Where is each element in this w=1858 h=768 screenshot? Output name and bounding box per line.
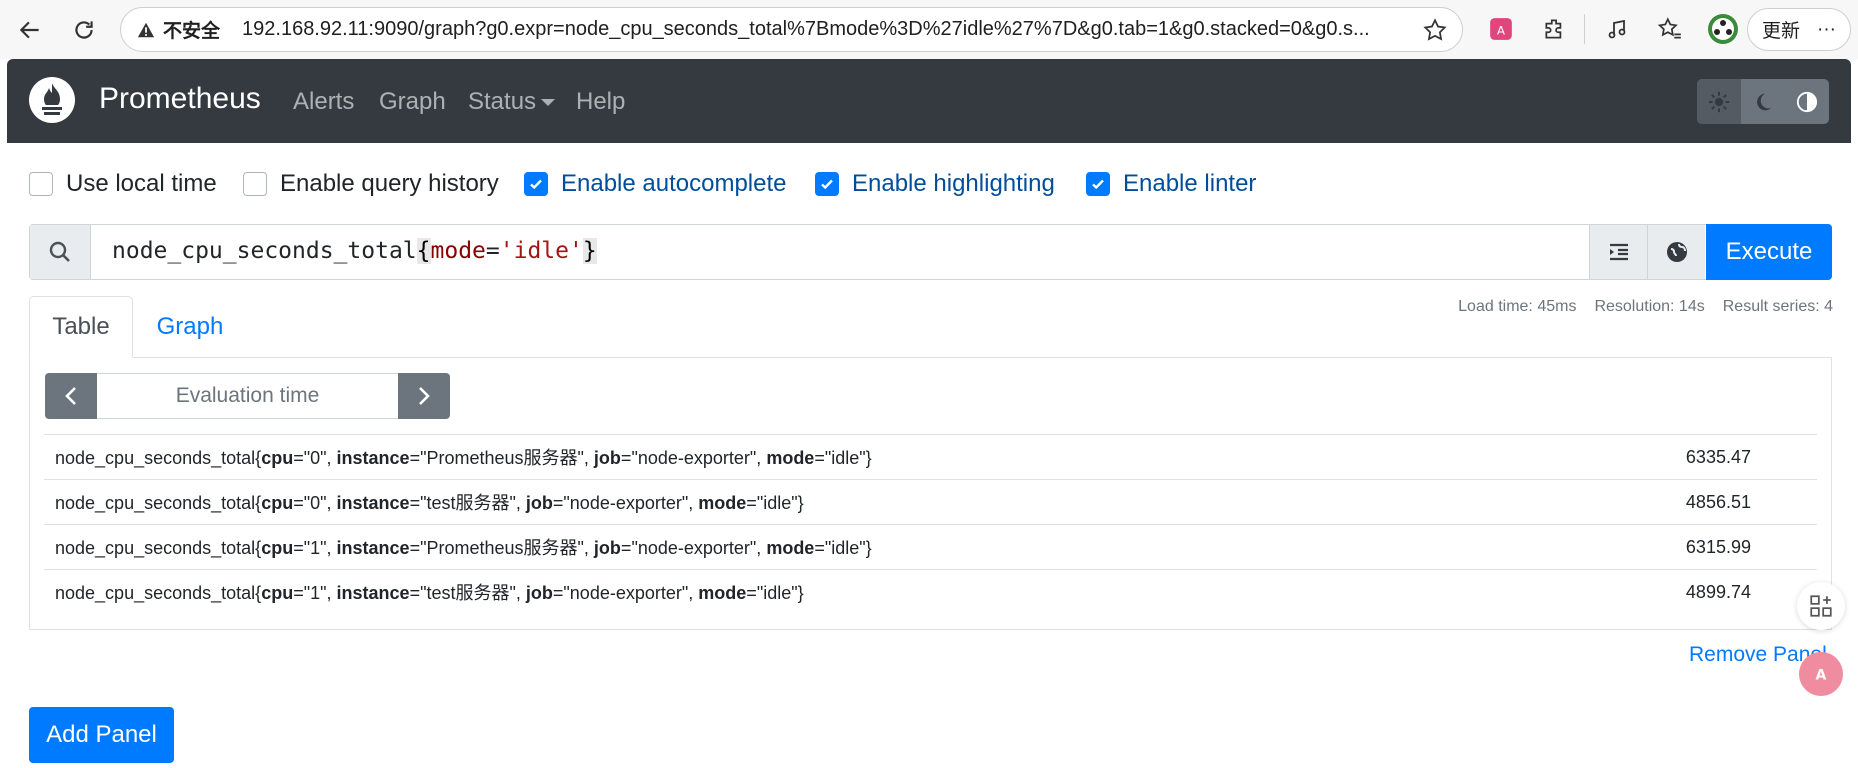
- theme-light-button[interactable]: [1697, 79, 1741, 124]
- series-labels: node_cpu_seconds_total{cpu="1", instance…: [55, 583, 804, 603]
- table-row: node_cpu_seconds_total{cpu="1", instance…: [44, 524, 1817, 569]
- evaluation-time-control: Evaluation time: [45, 373, 450, 419]
- check-icon: [530, 179, 542, 190]
- prometheus-logo-icon[interactable]: [29, 77, 75, 123]
- theme-toggle-group: [1697, 79, 1829, 124]
- execute-button[interactable]: Execute: [1706, 224, 1832, 280]
- expr-metric: node_cpu_seconds_total: [112, 238, 417, 264]
- back-button[interactable]: [10, 10, 50, 50]
- option-label: Use local time: [66, 170, 217, 197]
- chevron-right-icon: [419, 387, 430, 405]
- brand-title[interactable]: Prometheus: [99, 82, 261, 116]
- more-menu-icon[interactable]: ···: [1817, 19, 1836, 41]
- series-labels: node_cpu_seconds_total{cpu="0", instance…: [55, 493, 804, 513]
- series-value: 4856.51: [1685, 491, 1751, 512]
- chevron-down-icon: [541, 99, 556, 107]
- expression-editor[interactable]: node_cpu_seconds_total{mode='idle'}: [112, 238, 597, 264]
- option-enable-autocomplete[interactable]: Enable autocomplete: [524, 170, 787, 198]
- series-labels: node_cpu_seconds_total{cpu="1", instance…: [55, 538, 872, 558]
- nav-alerts[interactable]: Alerts: [293, 88, 354, 116]
- contrast-icon: [1796, 91, 1818, 112]
- toolbar-separator: [1584, 14, 1585, 44]
- favorite-star-icon[interactable]: [1422, 17, 1448, 48]
- favorites-icon[interactable]: [1653, 12, 1687, 46]
- expr-operator: =: [485, 238, 500, 264]
- extensions-puzzle-icon[interactable]: [1538, 12, 1572, 46]
- checkbox-enable-query-history[interactable]: [243, 172, 267, 196]
- checkbox-enable-linter[interactable]: [1086, 172, 1110, 196]
- address-bar[interactable]: 不安全 192.168.92.11:9090/graph?g0.expr=nod…: [120, 7, 1463, 52]
- search-icon: [30, 225, 91, 279]
- svg-text:A: A: [1816, 667, 1827, 683]
- update-label: 更新: [1762, 21, 1801, 42]
- result-series: Result series: 4: [1722, 298, 1833, 315]
- warning-icon: [137, 22, 155, 37]
- option-label: Enable autocomplete: [561, 170, 787, 197]
- check-icon: [1092, 179, 1104, 190]
- check-icon: [821, 179, 833, 190]
- load-time: Load time: 45ms: [1458, 298, 1577, 315]
- table-row: node_cpu_seconds_total{cpu="1", instance…: [44, 569, 1817, 614]
- back-arrow-icon: [19, 21, 39, 39]
- expr-open-brace: {: [416, 238, 431, 264]
- nav-graph[interactable]: Graph: [379, 88, 446, 116]
- theme-dark-button[interactable]: [1741, 79, 1785, 124]
- option-label: Enable linter: [1123, 170, 1257, 197]
- media-control-icon[interactable]: [1600, 12, 1634, 46]
- query-stats: Load time: 45ms Resolution: 14s Result s…: [1458, 298, 1833, 316]
- update-button[interactable]: 更新 ···: [1747, 8, 1851, 51]
- option-label: Enable highlighting: [852, 170, 1055, 197]
- globe-icon: [1666, 242, 1687, 262]
- chevron-left-icon: [65, 387, 76, 405]
- theme-auto-button[interactable]: [1785, 79, 1829, 124]
- browser-toolbar: 不安全 192.168.92.11:9090/graph?g0.expr=nod…: [0, 0, 1858, 59]
- tab-table[interactable]: Table: [29, 296, 133, 358]
- sidebar-apps-icon[interactable]: [1797, 582, 1845, 630]
- checkbox-use-local-time[interactable]: [29, 172, 53, 196]
- floating-translate-icon[interactable]: A: [1799, 652, 1843, 696]
- svg-text:A: A: [1497, 23, 1506, 37]
- translate-extension-icon[interactable]: A: [1484, 12, 1518, 46]
- navbar: Prometheus Alerts Graph Status Help: [7, 59, 1851, 143]
- previous-time-button[interactable]: [45, 373, 97, 419]
- nav-status-label: Status: [468, 88, 537, 115]
- sun-icon: [1708, 91, 1730, 112]
- format-expression-button[interactable]: [1589, 225, 1647, 279]
- results-table: node_cpu_seconds_total{cpu="0", instance…: [44, 434, 1817, 614]
- checkbox-enable-highlighting[interactable]: [815, 172, 839, 196]
- nav-help[interactable]: Help: [576, 88, 625, 116]
- option-enable-linter[interactable]: Enable linter: [1086, 170, 1256, 198]
- evaluation-time-input[interactable]: Evaluation time: [97, 373, 398, 419]
- security-label: 不安全: [163, 21, 221, 42]
- next-time-button[interactable]: [398, 373, 450, 419]
- add-panel-button[interactable]: Add Panel: [29, 707, 174, 763]
- nav-status-dropdown[interactable]: Status: [468, 88, 556, 116]
- reload-icon: [75, 21, 93, 39]
- expr-label-value: 'idle': [499, 238, 583, 264]
- url-text[interactable]: 192.168.92.11:9090/graph?g0.expr=node_cp…: [242, 18, 1422, 41]
- option-enable-query-history[interactable]: Enable query history: [243, 170, 499, 198]
- expr-label-name: mode: [430, 238, 486, 264]
- option-enable-highlighting[interactable]: Enable highlighting: [815, 170, 1055, 198]
- series-value: 6315.99: [1685, 536, 1751, 557]
- series-labels: node_cpu_seconds_total{cpu="0", instance…: [55, 448, 872, 468]
- option-use-local-time[interactable]: Use local time: [29, 170, 217, 198]
- profile-avatar-icon[interactable]: [1706, 12, 1740, 46]
- resolution: Resolution: 14s: [1594, 298, 1705, 315]
- table-row: node_cpu_seconds_total{cpu="0", instance…: [44, 434, 1817, 479]
- format-indent-icon: [1609, 243, 1628, 261]
- checkbox-enable-autocomplete[interactable]: [524, 172, 548, 196]
- series-value: 6335.47: [1685, 446, 1751, 467]
- security-indicator[interactable]: 不安全: [137, 16, 220, 43]
- table-row: node_cpu_seconds_total{cpu="0", instance…: [44, 479, 1817, 524]
- expression-input-group: node_cpu_seconds_total{mode='idle'} Exec…: [29, 224, 1832, 280]
- moon-icon: [1757, 93, 1772, 110]
- table-panel: Evaluation time node_cpu_seconds_total{c…: [29, 357, 1832, 630]
- metrics-explorer-button[interactable]: [1647, 225, 1705, 279]
- series-value: 4899.74: [1685, 581, 1751, 602]
- option-label: Enable query history: [280, 170, 499, 197]
- expr-close-brace: }: [582, 238, 597, 264]
- reload-button[interactable]: [64, 10, 104, 50]
- tab-graph[interactable]: Graph: [133, 296, 247, 358]
